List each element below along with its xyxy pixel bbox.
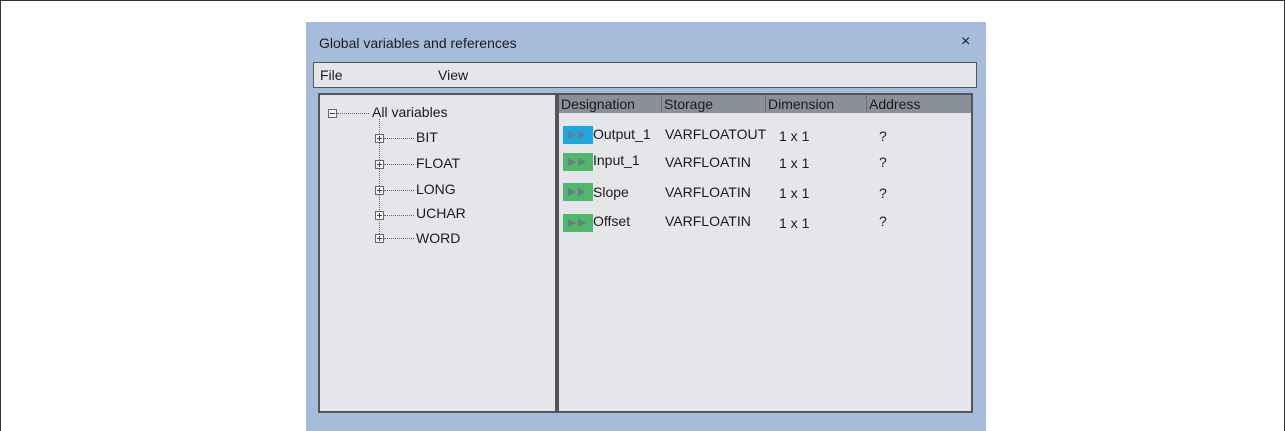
cell-dimension: 1 x 1: [779, 128, 810, 144]
collapse-icon[interactable]: [328, 109, 337, 118]
close-icon[interactable]: ×: [961, 33, 970, 51]
table-row[interactable]: Output_1 VARFLOATOUT 1 x 1 ?: [559, 123, 971, 147]
cell-address: ?: [879, 154, 887, 170]
input-arrow-icon: [563, 153, 593, 171]
expand-icon[interactable]: [375, 134, 384, 143]
variable-table-pane: Designation Storage Dimension Address Ou…: [557, 93, 973, 413]
expand-icon[interactable]: [375, 234, 384, 243]
tree-item-uchar[interactable]: UCHAR: [416, 205, 466, 221]
expand-icon[interactable]: [375, 211, 384, 220]
cell-designation: Output_1: [593, 126, 651, 142]
table-row[interactable]: Offset VARFLOATIN 1 x 1 ?: [559, 211, 971, 235]
column-header-designation[interactable]: Designation: [561, 96, 635, 112]
cell-designation: Input_1: [593, 152, 640, 168]
column-header-address[interactable]: Address: [869, 96, 920, 112]
menu-bar: File View: [313, 62, 977, 88]
output-arrow-icon: [563, 126, 593, 144]
column-divider[interactable]: [765, 95, 766, 113]
input-arrow-icon: [563, 183, 593, 201]
cell-storage: VARFLOATIN: [665, 154, 751, 170]
tree-connector: [384, 164, 414, 165]
cell-storage: VARFLOATOUT: [665, 126, 767, 142]
window-title: Global variables and references: [319, 35, 517, 51]
page-frame-top: [0, 0, 1285, 1]
menu-file[interactable]: File: [320, 67, 343, 83]
expand-icon[interactable]: [375, 186, 384, 195]
column-header-storage[interactable]: Storage: [664, 96, 713, 112]
column-divider[interactable]: [661, 95, 662, 113]
tree-item-bit[interactable]: BIT: [416, 129, 438, 145]
tree-connector: [384, 215, 414, 216]
cell-address: ?: [879, 128, 887, 144]
cell-designation: Slope: [593, 184, 629, 200]
tree-connector: [384, 138, 414, 139]
table-header: Designation Storage Dimension Address: [559, 95, 971, 113]
tree-item-long[interactable]: LONG: [416, 181, 456, 197]
tree-item-float[interactable]: FLOAT: [416, 155, 460, 171]
tree-item-word[interactable]: WORD: [416, 230, 460, 246]
table-row[interactable]: Input_1 VARFLOATIN 1 x 1 ?: [559, 150, 971, 174]
column-divider[interactable]: [866, 95, 867, 113]
cell-dimension: 1 x 1: [779, 215, 810, 231]
title-bar: Global variables and references ×: [306, 22, 986, 62]
cell-storage: VARFLOATIN: [665, 184, 751, 200]
cell-dimension: 1 x 1: [779, 155, 810, 171]
cell-storage: VARFLOATIN: [665, 213, 751, 229]
tree-connector: [384, 190, 414, 191]
tree-connector: [337, 113, 369, 114]
page-frame-left: [0, 0, 1, 431]
tree-root-all-variables[interactable]: All variables: [372, 104, 447, 120]
cell-address: ?: [879, 185, 887, 201]
tree-connector: [384, 238, 414, 239]
cell-dimension: 1 x 1: [779, 185, 810, 201]
global-variables-window: Global variables and references × File V…: [306, 22, 986, 431]
cell-address: ?: [879, 213, 887, 229]
table-row[interactable]: Slope VARFLOATIN 1 x 1 ?: [559, 180, 971, 204]
cell-designation: Offset: [593, 213, 631, 229]
input-arrow-icon: [563, 214, 593, 232]
expand-icon[interactable]: [375, 160, 384, 169]
menu-view[interactable]: View: [438, 67, 468, 83]
column-header-dimension[interactable]: Dimension: [768, 96, 834, 112]
variable-tree-pane: All variables BIT FLOAT LONG UCHAR WORD: [318, 93, 557, 413]
